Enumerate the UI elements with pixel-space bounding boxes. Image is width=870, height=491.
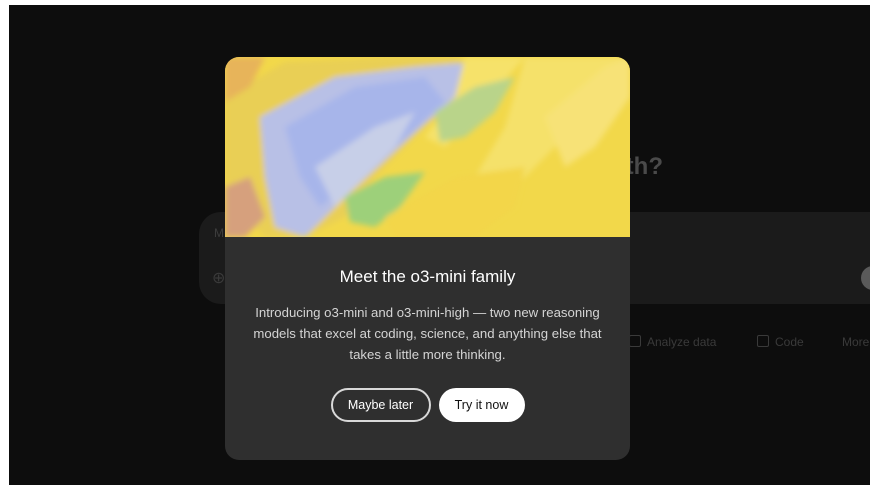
app-window: ith? M ⊕ Analyze data Code More Meet the…: [9, 5, 870, 485]
chip-analyze-data: Analyze data: [629, 335, 716, 349]
voice-icon: [861, 266, 870, 290]
try-it-now-button[interactable]: Try it now: [438, 388, 525, 422]
hero-image: [225, 57, 630, 237]
hero-artwork: [225, 57, 630, 237]
announcement-modal: Meet the o3-mini family Introducing o3-m…: [225, 57, 630, 460]
composer-placeholder: M: [214, 226, 224, 240]
attach-icon: ⊕: [212, 270, 226, 287]
maybe-later-button[interactable]: Maybe later: [330, 388, 431, 422]
modal-title: Meet the o3-mini family: [339, 267, 516, 286]
chart-icon: [629, 335, 641, 347]
chip-more: More: [842, 335, 870, 349]
modal-actions: Maybe later Try it now: [225, 388, 630, 422]
chip-code: Code: [757, 335, 804, 349]
modal-description: Introducing o3-mini and o3-mini-high — t…: [253, 305, 602, 362]
code-icon: [757, 335, 769, 347]
